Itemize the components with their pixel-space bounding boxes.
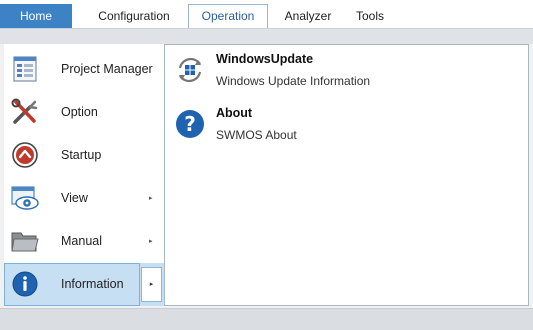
ribbon-collapsed-area	[0, 28, 533, 44]
help-icon: ?	[176, 110, 204, 138]
tools-icon	[11, 98, 38, 124]
nav-item-label: Project Manager	[61, 62, 153, 76]
submenu-arrow-button[interactable]: ▸	[141, 267, 162, 302]
nav-item-label: Manual	[61, 234, 102, 248]
tab-tools[interactable]: Tools	[346, 5, 394, 28]
entry-title: WindowsUpdate	[216, 52, 314, 66]
tab-operation[interactable]: Operation	[188, 4, 268, 28]
nav-item-option[interactable]: Option	[4, 91, 164, 134]
submenu-arrow-icon: ▸	[149, 195, 153, 202]
submenu-arrow-icon: ▸	[149, 238, 153, 245]
entry-about[interactable]: ? About SWMOS About	[170, 100, 510, 150]
entry-windows-update[interactable]: WindowsUpdate Windows Update Information	[170, 46, 510, 96]
info-icon	[12, 271, 38, 297]
nav-item-startup[interactable]: Startup	[4, 134, 164, 177]
nav-item-project-manager[interactable]: Project Manager	[4, 48, 164, 91]
nav-item-label: Information	[61, 277, 124, 291]
project-manager-icon	[13, 56, 37, 82]
status-bar	[0, 308, 533, 330]
nav-item-label: View	[61, 191, 88, 205]
entry-description: Windows Update Information	[216, 74, 371, 88]
folder-icon	[11, 232, 39, 252]
ribbon-tab-bar: Home Configuration Operation Analyzer To…	[0, 0, 533, 28]
startup-icon	[12, 142, 38, 168]
tab-home[interactable]: Home	[0, 4, 72, 28]
tab-configuration[interactable]: Configuration	[84, 5, 184, 28]
view-icon	[11, 186, 39, 210]
nav-item-label: Startup	[61, 148, 102, 162]
svg-text:?: ?	[184, 112, 196, 136]
nav-item-manual[interactable]: Manual ▸	[4, 220, 164, 263]
windows-update-icon	[178, 57, 202, 83]
nav-item-view[interactable]: View ▸	[4, 177, 164, 220]
entry-description: SWMOS About	[216, 128, 297, 142]
submenu-arrow-icon: ▸	[149, 281, 154, 288]
nav-item-label: Option	[61, 105, 98, 119]
backstage-nav: Project Manager Option Startup View ▸ Ma…	[4, 44, 164, 306]
nav-item-information[interactable]: Information ▸	[4, 263, 164, 306]
tab-analyzer[interactable]: Analyzer	[274, 5, 342, 28]
entry-title: About	[216, 106, 253, 120]
